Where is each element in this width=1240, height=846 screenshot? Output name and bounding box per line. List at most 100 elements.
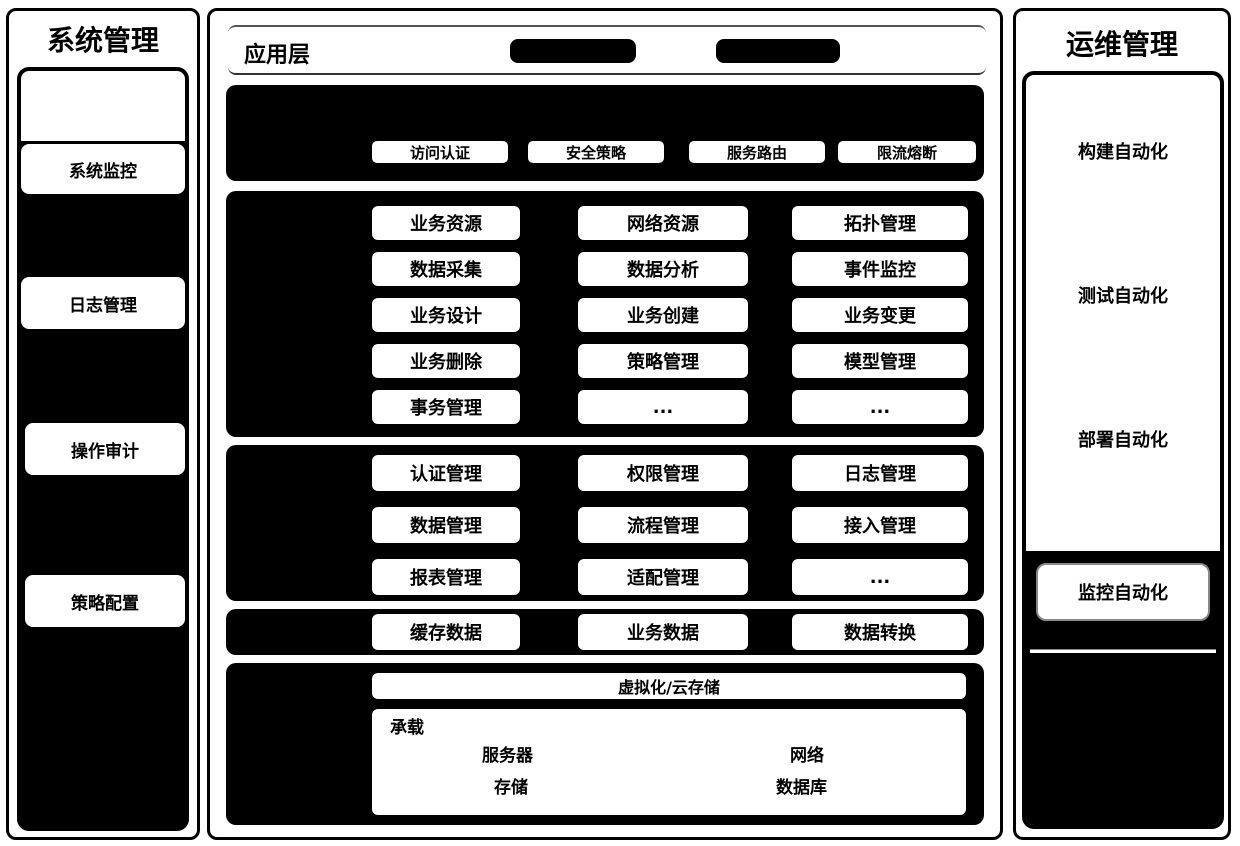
sidebar-item-label: 策略配置 bbox=[71, 593, 139, 614]
sidebar-item-log-management[interactable]: 日志管理 bbox=[21, 277, 185, 329]
business-item[interactable]: 业务设计 bbox=[372, 298, 520, 332]
system-management-body: 系统监控 日志管理 操作审计 策略配置 bbox=[17, 67, 189, 831]
gateway-item-security-policy[interactable]: 安全策略 bbox=[528, 141, 664, 163]
header-block-2 bbox=[716, 39, 840, 63]
sidebar-item-system-monitoring[interactable]: 系统监控 bbox=[21, 144, 185, 194]
gateway-item-label: 访问认证 bbox=[409, 143, 470, 162]
sidebar-item-label: 日志管理 bbox=[69, 295, 137, 316]
platform-item[interactable]: 日志管理 bbox=[792, 455, 968, 491]
business-item-label: ... bbox=[869, 396, 891, 418]
ops-item-label: 监控自动化 bbox=[1078, 583, 1168, 604]
gateway-item-rate-limiting[interactable]: 限流熔断 bbox=[838, 141, 976, 163]
business-item-label: 模型管理 bbox=[844, 352, 916, 373]
data-item[interactable]: 数据转换 bbox=[792, 614, 968, 650]
business-item-label: ... bbox=[652, 396, 674, 418]
sidebar-item-label: 操作审计 bbox=[71, 441, 139, 462]
platform-item[interactable]: ... bbox=[792, 559, 968, 595]
gateway-item-label: 限流熔断 bbox=[876, 143, 937, 162]
business-item-label: 事务管理 bbox=[410, 398, 482, 419]
business-item[interactable]: 数据分析 bbox=[578, 252, 748, 286]
infra-item-database: 数据库 bbox=[776, 778, 827, 798]
business-item[interactable]: 业务资源 bbox=[372, 206, 520, 240]
ops-management-panel: 运维管理 构建自动化 测试自动化 部署自动化 监控自动化 bbox=[1013, 8, 1231, 840]
data-layer: 缓存数据 业务数据 数据转换 bbox=[226, 609, 984, 655]
platform-item-label: 权限管理 bbox=[627, 464, 699, 485]
data-item-label: 业务数据 bbox=[627, 623, 699, 644]
platform-item-label: 报表管理 bbox=[410, 568, 482, 589]
infrastructure-layer: 虚拟化/云存储 承载 服务器 网络 存储 数据库 bbox=[226, 663, 984, 825]
business-item[interactable]: 业务创建 bbox=[578, 298, 748, 332]
header-block-1 bbox=[510, 39, 636, 63]
business-item-label: 拓扑管理 bbox=[844, 214, 916, 235]
data-item[interactable]: 缓存数据 bbox=[372, 614, 520, 650]
platform-item[interactable]: 认证管理 bbox=[372, 455, 520, 491]
system-management-panel: 系统管理 系统监控 日志管理 操作审计 策略配置 bbox=[6, 8, 200, 840]
platform-item-label: 接入管理 bbox=[844, 516, 916, 537]
sidebar-item-operation-audit[interactable]: 操作审计 bbox=[25, 423, 185, 475]
platform-item[interactable]: 流程管理 bbox=[578, 507, 748, 543]
gateway-item-access-auth[interactable]: 访问认证 bbox=[372, 141, 508, 163]
data-item-label: 数据转换 bbox=[844, 623, 916, 644]
business-item-label: 数据采集 bbox=[410, 260, 482, 281]
business-item-label: 业务删除 bbox=[410, 352, 482, 373]
business-item[interactable]: 策略管理 bbox=[578, 344, 748, 378]
platform-item-label: ... bbox=[869, 566, 891, 588]
carrier-label: 承载 bbox=[390, 718, 424, 738]
gateway-item-label: 安全策略 bbox=[565, 143, 626, 162]
ops-item-deploy-automation[interactable]: 部署自动化 bbox=[1026, 417, 1220, 461]
business-item[interactable]: 数据采集 bbox=[372, 252, 520, 286]
ops-item-test-automation[interactable]: 测试自动化 bbox=[1026, 275, 1220, 315]
business-item[interactable]: 事务管理 bbox=[372, 390, 520, 424]
business-item-label: 事件监控 bbox=[844, 260, 916, 281]
business-item[interactable]: 业务删除 bbox=[372, 344, 520, 378]
application-panel: 应用层 访问认证 安全策略 服务路由 限流熔断 业务资源 网络资源 拓扑管理数据采集… bbox=[207, 8, 1003, 840]
gateway-item-label: 服务路由 bbox=[726, 143, 787, 162]
carrier-box: 承载 服务器 网络 存储 数据库 bbox=[372, 709, 966, 815]
business-item-label: 策略管理 bbox=[627, 352, 699, 373]
platform-item-label: 适配管理 bbox=[627, 568, 699, 589]
system-management-title: 系统管理 bbox=[46, 24, 159, 57]
platform-item[interactable]: 报表管理 bbox=[372, 559, 520, 595]
application-layer-title: 应用层 bbox=[244, 42, 311, 68]
application-layer-header: 应用层 bbox=[228, 25, 986, 75]
data-item[interactable]: 业务数据 bbox=[578, 614, 748, 650]
business-item-label: 网络资源 bbox=[627, 214, 699, 235]
sidebar-item-policy-config[interactable]: 策略配置 bbox=[25, 575, 185, 627]
business-item[interactable]: ... bbox=[578, 390, 748, 424]
ops-dark-area: 监控自动化 bbox=[1026, 551, 1220, 825]
virtualization-cloud-storage[interactable]: 虚拟化/云存储 bbox=[372, 673, 966, 699]
platform-item[interactable]: 适配管理 bbox=[578, 559, 748, 595]
platform-item-label: 认证管理 bbox=[410, 464, 482, 485]
business-item[interactable]: ... bbox=[792, 390, 968, 424]
ops-item-label: 构建自动化 bbox=[1078, 142, 1168, 163]
business-item-label: 业务创建 bbox=[627, 306, 699, 327]
data-item-label: 缓存数据 bbox=[410, 623, 482, 644]
infra-item-network: 网络 bbox=[790, 746, 824, 766]
business-item-label: 业务变更 bbox=[844, 306, 916, 327]
business-item[interactable]: 网络资源 bbox=[578, 206, 748, 240]
platform-item[interactable]: 权限管理 bbox=[578, 455, 748, 491]
ops-item-monitor-automation[interactable]: 监控自动化 bbox=[1036, 563, 1210, 621]
ops-item-label: 部署自动化 bbox=[1078, 430, 1168, 451]
sidebar-item-label: 系统监控 bbox=[69, 161, 137, 182]
platform-item-label: 日志管理 bbox=[844, 464, 916, 485]
ops-item-label: 测试自动化 bbox=[1078, 286, 1168, 307]
business-item[interactable]: 模型管理 bbox=[792, 344, 968, 378]
system-management-blank-area bbox=[21, 71, 185, 141]
gateway-item-service-routing[interactable]: 服务路由 bbox=[689, 141, 825, 163]
business-item[interactable]: 业务变更 bbox=[792, 298, 968, 332]
business-item-label: 业务资源 bbox=[410, 214, 482, 235]
business-item[interactable]: 拓扑管理 bbox=[792, 206, 968, 240]
platform-item-label: 数据管理 bbox=[410, 516, 482, 537]
platform-item[interactable]: 接入管理 bbox=[792, 507, 968, 543]
infra-item-storage: 存储 bbox=[494, 778, 528, 798]
platform-item[interactable]: 数据管理 bbox=[372, 507, 520, 543]
gateway-layer: 访问认证 安全策略 服务路由 限流熔断 bbox=[226, 85, 984, 181]
virtualization-label: 虚拟化/云存储 bbox=[618, 678, 720, 697]
platform-layer: 认证管理 权限管理 日志管理数据管理 流程管理 接入管理报表管理 适配管理... bbox=[226, 445, 984, 601]
ops-management-body: 构建自动化 测试自动化 部署自动化 监控自动化 bbox=[1022, 71, 1224, 829]
business-item-label: 业务设计 bbox=[410, 306, 482, 327]
business-item[interactable]: 事件监控 bbox=[792, 252, 968, 286]
business-item-label: 数据分析 bbox=[627, 260, 699, 281]
ops-item-build-automation[interactable]: 构建自动化 bbox=[1026, 131, 1220, 171]
